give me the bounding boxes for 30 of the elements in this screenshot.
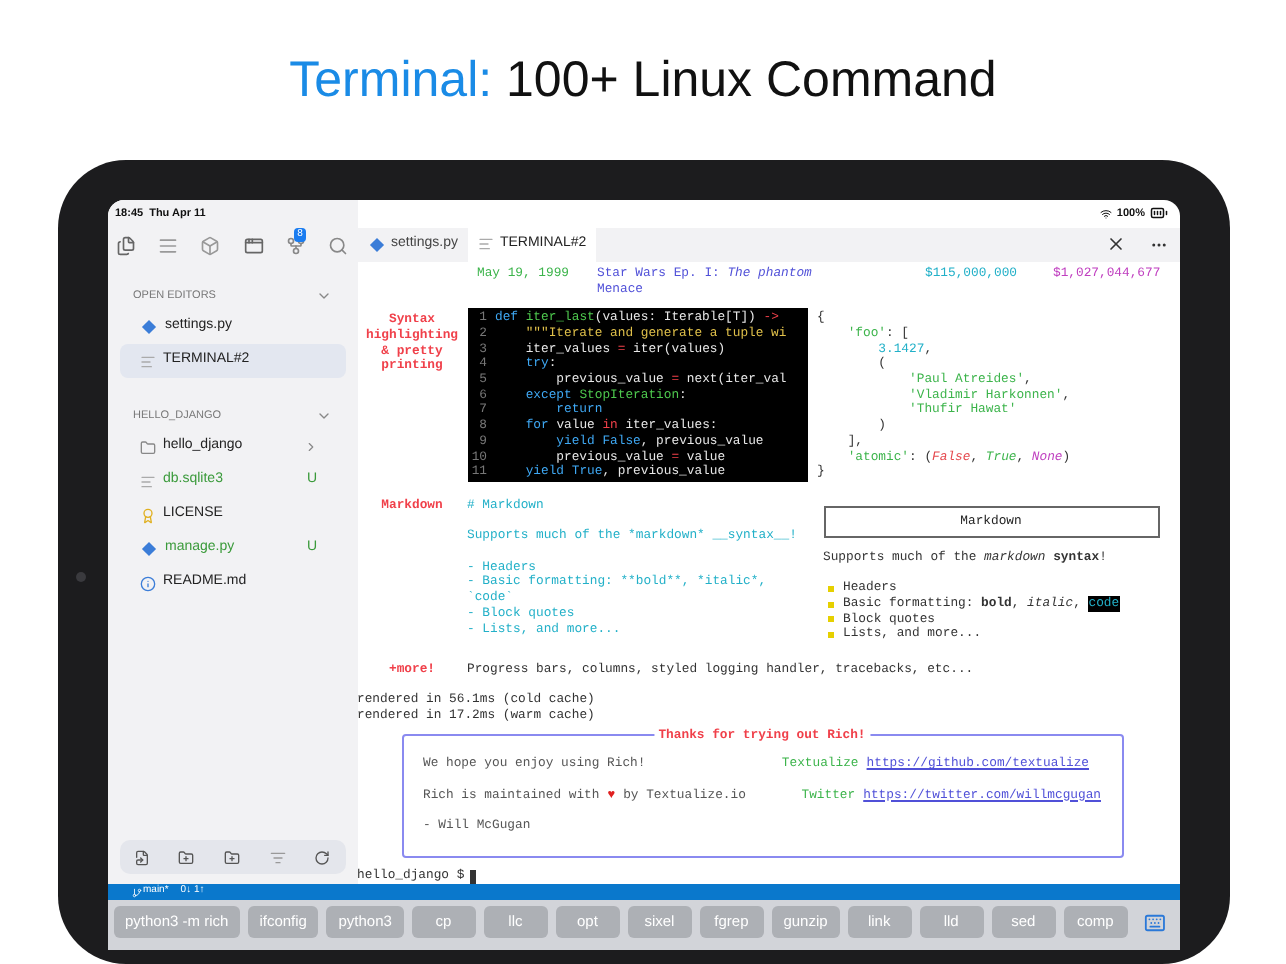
folder-plus-icon[interactable] — [178, 849, 195, 865]
bullet-icon — [827, 585, 833, 592]
lines-icon — [139, 473, 155, 489]
files-icon[interactable] — [115, 236, 135, 256]
bullet-icon — [827, 616, 833, 623]
window-icon[interactable] — [243, 236, 264, 256]
cursor-icon — [470, 869, 477, 884]
branch-icon — [131, 887, 141, 897]
chevron-right-icon — [303, 440, 317, 454]
folder-plus-icon[interactable] — [223, 849, 240, 865]
battery-icon — [1149, 204, 1167, 223]
lines-icon — [139, 353, 155, 369]
camera-icon — [75, 572, 85, 582]
cube-icon[interactable] — [200, 236, 221, 256]
refresh-icon[interactable] — [314, 849, 331, 865]
ribbon-icon — [139, 507, 155, 523]
folder-icon — [139, 439, 155, 455]
lines-icon — [477, 236, 494, 253]
info-icon — [139, 575, 155, 591]
close-icon[interactable] — [1105, 234, 1125, 255]
file-icon[interactable] — [133, 849, 150, 865]
chevron-down-icon[interactable] — [315, 288, 331, 304]
keyboard-icon[interactable] — [1143, 911, 1165, 933]
headline: Terminal: 100+ Linux Command — [289, 50, 997, 112]
wifi-icon — [1100, 207, 1113, 220]
search-icon[interactable] — [328, 236, 349, 256]
bullet-icon — [827, 601, 833, 608]
list-icon[interactable] — [157, 236, 178, 256]
chevron-down-icon[interactable] — [315, 408, 331, 424]
bullet-icon — [827, 631, 833, 638]
